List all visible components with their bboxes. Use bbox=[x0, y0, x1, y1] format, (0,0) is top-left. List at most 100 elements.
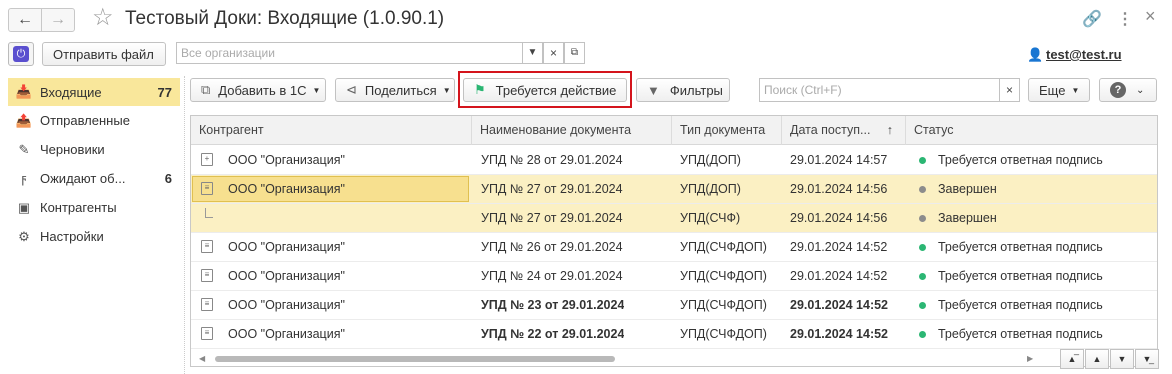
org-dropdown-button[interactable]: ▼ bbox=[522, 42, 543, 64]
prev-page-button[interactable]: ▲ bbox=[1085, 349, 1109, 369]
cell-counterparty: ООО "Организация" bbox=[228, 327, 345, 341]
sidebar-item-drafts[interactable]: ✎ Черновики bbox=[8, 135, 180, 164]
sidebar-item-sent[interactable]: 📤 Отправленные bbox=[8, 106, 180, 135]
down-icon: ▼ bbox=[1117, 354, 1127, 364]
column-header-date[interactable]: Дата поступ... ↑ bbox=[782, 116, 906, 145]
send-file-button[interactable]: Отправить файл bbox=[42, 42, 166, 66]
close-icon[interactable]: × bbox=[1145, 6, 1156, 27]
cell-date: 29.01.2024 14:52 bbox=[790, 327, 889, 341]
cell-counterparty: ООО "Организация" bbox=[228, 269, 345, 283]
cell-doc-name: УПД № 28 от 29.01.2024 bbox=[481, 153, 623, 167]
sidebar-item-inbox[interactable]: 📥 Входящие 77 bbox=[8, 78, 180, 106]
chevron-down-icon: ▼ bbox=[312, 85, 321, 95]
add-to-1c-button[interactable]: ⧉ Добавить в 1С ▼ bbox=[190, 78, 326, 102]
link-icon[interactable]: 🔗 bbox=[1082, 9, 1102, 29]
sidebar-item-label: Отправленные bbox=[40, 113, 130, 128]
sidebar-item-settings[interactable]: ⚙ Настройки bbox=[8, 222, 180, 251]
sidebar-divider bbox=[184, 76, 185, 374]
chevron-down-icon: ▼ bbox=[442, 85, 451, 95]
status-dot-icon bbox=[919, 215, 926, 222]
status-dot-icon bbox=[919, 302, 926, 309]
cell-doc-type: УПД(СЧФДОП) bbox=[680, 240, 767, 254]
table-row[interactable]: ≡ ООО "Организация" УПД № 27 от 29.01.2024… bbox=[191, 175, 1157, 204]
first-page-button[interactable]: ▲̅ bbox=[1060, 349, 1084, 369]
document-icon: ≡ bbox=[201, 182, 213, 195]
table-row[interactable]: ≡ ООО "Организация" УПД № 23 от 29.01.2024… bbox=[191, 291, 1157, 320]
filters-button[interactable]: ▼ Фильтры bbox=[636, 78, 730, 102]
document-icon: ≡ bbox=[201, 298, 213, 311]
cell-doc-type: УПД(СЧФ) bbox=[680, 211, 741, 225]
scrollbar-thumb[interactable] bbox=[215, 356, 615, 362]
up-icon: ▲ bbox=[1092, 354, 1102, 364]
column-header-status[interactable]: Статус bbox=[906, 116, 1157, 145]
cell-status: Требуется ответная подпись bbox=[938, 298, 1103, 312]
forward-button[interactable]: → bbox=[41, 8, 75, 32]
sidebar-item-pending[interactable]: ϝ Ожидают об... 6 bbox=[8, 164, 180, 193]
table-row[interactable]: ≡ ООО "Организация" УПД № 24 от 29.01.2024… bbox=[191, 262, 1157, 291]
table-row[interactable]: УПД № 27 от 29.01.2024 УПД(СЧФ) 29.01.2024… bbox=[191, 204, 1157, 233]
document-add-icon: + bbox=[201, 153, 213, 166]
cell-doc-name: УПД № 27 от 29.01.2024 bbox=[481, 182, 623, 196]
lightning-icon: ϝ bbox=[21, 171, 27, 186]
back-button[interactable]: ← bbox=[8, 8, 42, 32]
user-icon: 👤 bbox=[1027, 47, 1044, 62]
more-vertical-icon[interactable]: ⋮ bbox=[1117, 9, 1133, 29]
cell-doc-type: УПД(СЧФДОП) bbox=[680, 298, 767, 312]
table-row[interactable]: + ООО "Организация" УПД № 28 от 29.01.2024… bbox=[191, 146, 1157, 175]
app-menu-button[interactable]: ⏻ bbox=[8, 42, 34, 66]
column-header-counterparty[interactable]: Контрагент bbox=[191, 116, 472, 145]
status-dot-icon bbox=[919, 331, 926, 338]
organization-select[interactable]: Все организации bbox=[176, 42, 523, 64]
copy-doc-icon: ⧉ bbox=[201, 82, 211, 97]
last-icon: ▼̲ bbox=[1142, 354, 1152, 364]
search-clear-button[interactable]: × bbox=[999, 78, 1020, 102]
cell-status: Требуется ответная подпись bbox=[938, 153, 1103, 167]
document-icon: ≡ bbox=[201, 327, 213, 340]
cell-counterparty: ООО "Организация" bbox=[228, 182, 345, 196]
next-page-button[interactable]: ▼ bbox=[1110, 349, 1134, 369]
org-clear-button[interactable]: × bbox=[543, 42, 564, 64]
horizontal-scrollbar[interactable] bbox=[205, 355, 1039, 363]
cell-doc-name: УПД № 23 от 29.01.2024 bbox=[481, 298, 625, 312]
sidebar: 📥 Входящие 77 📤 Отправленные ✎ Черновики… bbox=[8, 78, 180, 251]
cell-date: 29.01.2024 14:52 bbox=[790, 240, 888, 254]
cell-doc-name: УПД № 22 от 29.01.2024 bbox=[481, 327, 625, 341]
sidebar-item-label: Входящие bbox=[40, 84, 102, 100]
window-title: Тестовый Доки: Входящие (1.0.90.1) bbox=[125, 8, 445, 29]
cell-doc-type: УПД(ДОП) bbox=[680, 182, 741, 196]
cell-status: Требуется ответная подпись bbox=[938, 327, 1103, 341]
cell-status: Завершен bbox=[938, 211, 997, 225]
last-page-button[interactable]: ▼̲ bbox=[1135, 349, 1159, 369]
column-header-doc-type[interactable]: Тип документа bbox=[672, 116, 782, 145]
more-button[interactable]: Еще ▼ bbox=[1028, 78, 1090, 102]
cell-counterparty: ООО "Организация" bbox=[228, 298, 345, 312]
chevron-down-icon: ▼ bbox=[527, 47, 538, 58]
user-link[interactable]: test@test.ru bbox=[1046, 47, 1122, 62]
cell-counterparty: ООО "Организация" bbox=[228, 153, 345, 167]
pencil-icon: ✎ bbox=[18, 141, 30, 157]
share-label: Поделиться bbox=[364, 82, 437, 98]
sidebar-item-label: Настройки bbox=[40, 229, 104, 244]
filters-label: Фильтры bbox=[669, 82, 723, 98]
cell-doc-name: УПД № 26 от 29.01.2024 bbox=[481, 240, 623, 254]
sidebar-item-count: 77 bbox=[157, 84, 172, 100]
clear-icon: × bbox=[549, 46, 557, 60]
help-button[interactable]: ? ⌄ bbox=[1099, 78, 1157, 102]
cell-counterparty: ООО "Организация" bbox=[228, 240, 345, 254]
org-open-button[interactable]: ⧉ bbox=[564, 42, 585, 64]
search-input[interactable]: Поиск (Ctrl+F) bbox=[759, 78, 1000, 102]
cell-doc-name: УПД № 24 от 29.01.2024 bbox=[481, 269, 623, 283]
table-row[interactable]: ≡ ООО "Организация" УПД № 22 от 29.01.2024… bbox=[191, 320, 1157, 349]
table-row[interactable]: ≡ ООО "Организация" УПД № 26 от 29.01.2024… bbox=[191, 233, 1157, 262]
table-header: Контрагент Наименование документа Тип до… bbox=[191, 116, 1157, 145]
sidebar-item-contractors[interactable]: ▣ Контрагенты bbox=[8, 193, 180, 222]
clear-icon: × bbox=[1005, 83, 1013, 97]
column-header-doc-name[interactable]: Наименование документа bbox=[472, 116, 672, 145]
cell-doc-name: УПД № 27 от 29.01.2024 bbox=[481, 211, 623, 225]
favorite-star-icon[interactable]: ☆ bbox=[92, 4, 114, 32]
inbox-icon: 📥 bbox=[15, 84, 33, 99]
scroll-right-icon[interactable]: ▶ bbox=[1027, 354, 1033, 363]
share-button[interactable]: ⊲ Поделиться ▼ bbox=[335, 78, 455, 102]
status-dot-icon bbox=[919, 157, 926, 164]
arrow-right-icon: → bbox=[50, 11, 66, 28]
